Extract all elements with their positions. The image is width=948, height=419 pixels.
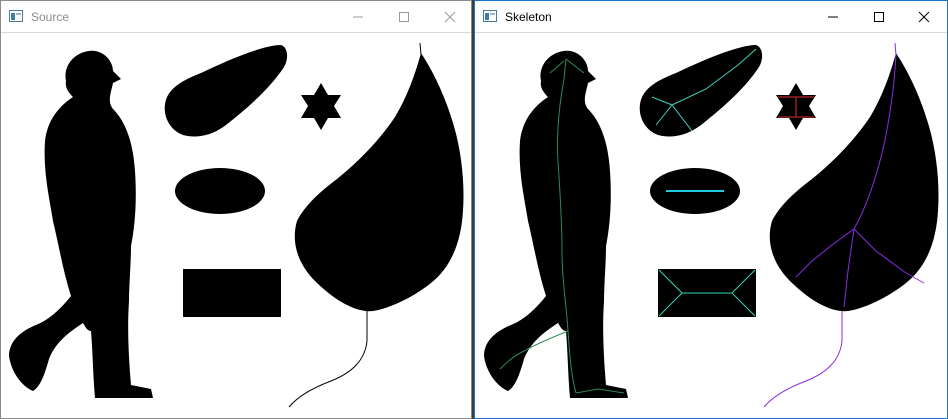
window-app-icon bbox=[483, 10, 497, 22]
leaf-tip-line bbox=[894, 42, 897, 56]
window-app-icon bbox=[9, 10, 23, 22]
star-shape bbox=[301, 83, 341, 130]
person-silhouette bbox=[484, 50, 628, 399]
rectangle-shape bbox=[183, 269, 281, 317]
minimize-button[interactable] bbox=[335, 1, 381, 32]
leaf-stem-line bbox=[288, 311, 368, 408]
close-button[interactable] bbox=[901, 1, 947, 32]
close-button[interactable] bbox=[427, 1, 473, 32]
leaf-stem-line bbox=[763, 311, 843, 408]
source-window: Source bbox=[0, 0, 472, 419]
minimize-icon bbox=[353, 16, 363, 17]
close-icon bbox=[444, 11, 456, 22]
ellipse-shape bbox=[175, 168, 265, 214]
teardrop-shape bbox=[164, 45, 288, 137]
skeleton-titlebar[interactable]: Skeleton bbox=[475, 1, 947, 33]
maximize-icon bbox=[399, 11, 409, 22]
source-image-canvas bbox=[1, 33, 471, 418]
leaf-tip-line bbox=[419, 42, 422, 56]
skeleton-image-canvas bbox=[475, 33, 947, 418]
skeleton-window-title: Skeleton bbox=[505, 10, 552, 24]
source-titlebar[interactable]: Source bbox=[1, 1, 471, 33]
person-silhouette bbox=[9, 50, 153, 399]
close-icon bbox=[918, 11, 930, 22]
minimize-button[interactable] bbox=[810, 1, 856, 32]
maximize-icon bbox=[874, 11, 884, 22]
source-window-title: Source bbox=[31, 10, 70, 24]
maximize-button[interactable] bbox=[856, 1, 902, 32]
maximize-button[interactable] bbox=[381, 1, 427, 32]
skeleton-window: Skeleton bbox=[474, 0, 948, 419]
minimize-icon bbox=[828, 16, 838, 17]
